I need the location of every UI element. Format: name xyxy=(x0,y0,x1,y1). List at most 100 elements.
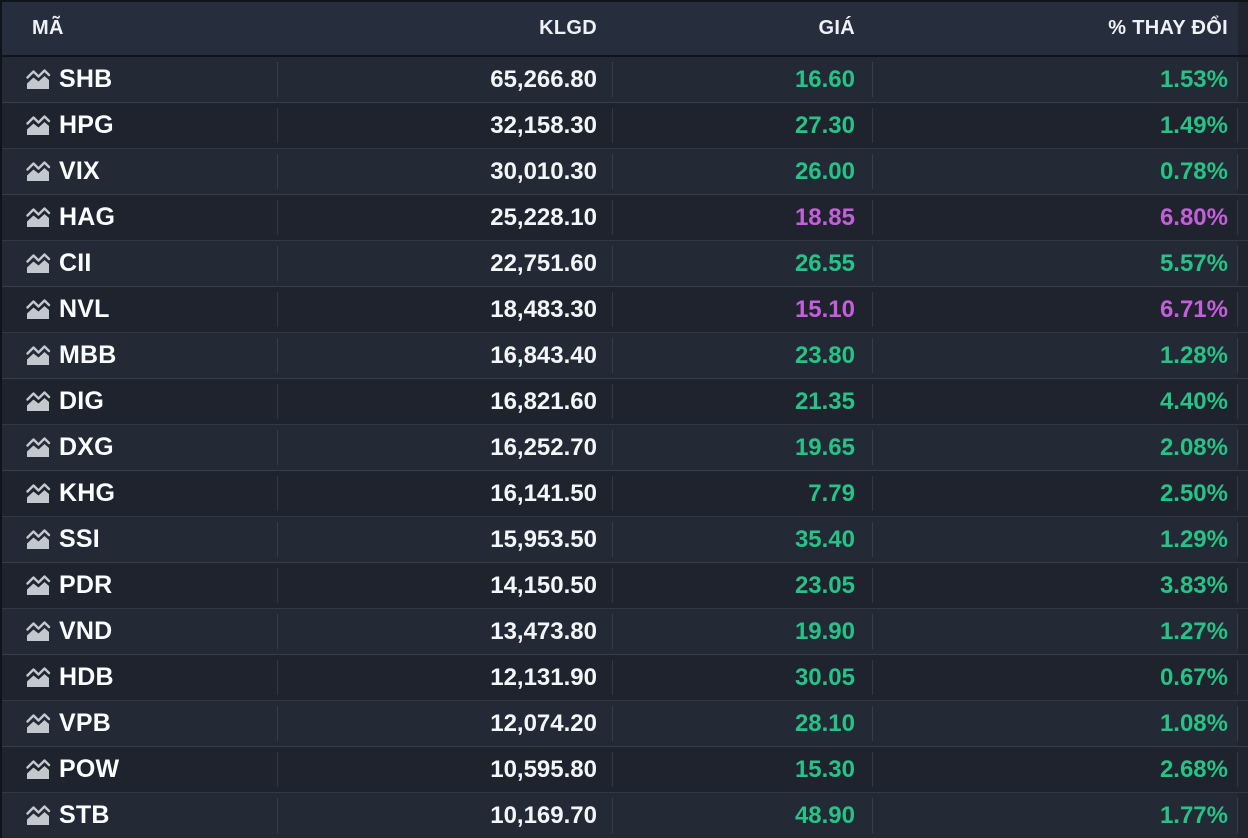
table-row[interactable]: KHG 16,141.50 7.79 2.50% xyxy=(2,471,1248,517)
column-header-klgd[interactable]: KLGD xyxy=(278,2,613,55)
volume-cell: 16,843.40 xyxy=(278,333,613,378)
price-cell: 23.05 xyxy=(613,563,873,608)
ticker-cell: DIG xyxy=(2,379,278,424)
ticker-symbol: KHG xyxy=(59,479,115,508)
table-row[interactable]: NVL 18,483.30 15.10 6.71% xyxy=(2,287,1248,333)
price-cell: 18.85 xyxy=(613,195,873,240)
ticker-symbol: DXG xyxy=(59,433,114,462)
stock-price-board: MÃ KLGD GIÁ % THAY ĐỔI SHB 65,266.80 16.… xyxy=(0,0,1248,838)
table-row[interactable]: VPB 12,074.20 28.10 1.08% xyxy=(2,701,1248,747)
volume-cell: 10,595.80 xyxy=(278,747,613,792)
change-percent-cell: 1.29% xyxy=(873,517,1238,562)
change-percent-cell: 1.28% xyxy=(873,333,1238,378)
row-gutter xyxy=(1238,609,1248,654)
ticker-symbol: NVL xyxy=(59,295,110,324)
price-cell: 15.30 xyxy=(613,747,873,792)
table-row[interactable]: VIX 30,010.30 26.00 0.78% xyxy=(2,149,1248,195)
table-row[interactable]: DIG 16,821.60 21.35 4.40% xyxy=(2,379,1248,425)
area-chart-icon[interactable] xyxy=(25,115,51,136)
area-chart-icon[interactable] xyxy=(25,575,51,596)
ticker-cell: SHB xyxy=(2,57,278,102)
price-cell: 35.40 xyxy=(613,517,873,562)
table-row[interactable]: SHB 65,266.80 16.60 1.53% xyxy=(2,57,1248,103)
area-chart-icon[interactable] xyxy=(25,805,51,826)
price-cell: 30.05 xyxy=(613,655,873,700)
area-chart-icon[interactable] xyxy=(25,759,51,780)
ticker-symbol: STB xyxy=(59,801,110,830)
ticker-symbol: VIX xyxy=(59,157,100,186)
area-chart-icon[interactable] xyxy=(25,391,51,412)
area-chart-icon[interactable] xyxy=(25,621,51,642)
table-row[interactable]: VND 13,473.80 19.90 1.27% xyxy=(2,609,1248,655)
change-percent-cell: 0.67% xyxy=(873,655,1238,700)
row-gutter xyxy=(1238,425,1248,470)
table-row[interactable]: MBB 16,843.40 23.80 1.28% xyxy=(2,333,1248,379)
change-percent-cell: 1.08% xyxy=(873,701,1238,746)
price-cell: 27.30 xyxy=(613,103,873,148)
ticker-symbol: SHB xyxy=(59,65,112,94)
ticker-symbol: HPG xyxy=(59,111,114,140)
price-cell: 7.79 xyxy=(613,471,873,516)
table-row[interactable]: DXG 16,252.70 19.65 2.08% xyxy=(2,425,1248,471)
change-percent-cell: 1.27% xyxy=(873,609,1238,654)
column-header-pct-change[interactable]: % THAY ĐỔI xyxy=(873,2,1238,55)
column-header-ma[interactable]: MÃ xyxy=(2,2,278,55)
column-header-gia[interactable]: GIÁ xyxy=(613,2,873,55)
ticker-symbol: PDR xyxy=(59,571,112,600)
ticker-cell: KHG xyxy=(2,471,278,516)
ticker-cell: VPB xyxy=(2,701,278,746)
change-percent-cell: 2.08% xyxy=(873,425,1238,470)
table-row[interactable]: PDR 14,150.50 23.05 3.83% xyxy=(2,563,1248,609)
table-row[interactable]: POW 10,595.80 15.30 2.68% xyxy=(2,747,1248,793)
area-chart-icon[interactable] xyxy=(25,345,51,366)
volume-cell: 32,158.30 xyxy=(278,103,613,148)
area-chart-icon[interactable] xyxy=(25,529,51,550)
change-percent-cell: 0.78% xyxy=(873,149,1238,194)
ticker-symbol: DIG xyxy=(59,387,104,416)
price-cell: 19.90 xyxy=(613,609,873,654)
row-gutter xyxy=(1238,747,1248,792)
table-row[interactable]: SSI 15,953.50 35.40 1.29% xyxy=(2,517,1248,563)
area-chart-icon[interactable] xyxy=(25,299,51,320)
row-gutter xyxy=(1238,563,1248,608)
change-percent-cell: 5.57% xyxy=(873,241,1238,286)
volume-cell: 14,150.50 xyxy=(278,563,613,608)
area-chart-icon[interactable] xyxy=(25,483,51,504)
table-row[interactable]: HPG 32,158.30 27.30 1.49% xyxy=(2,103,1248,149)
volume-cell: 25,228.10 xyxy=(278,195,613,240)
row-gutter xyxy=(1238,701,1248,746)
row-gutter xyxy=(1238,517,1248,562)
volume-cell: 30,010.30 xyxy=(278,149,613,194)
area-chart-icon[interactable] xyxy=(25,437,51,458)
ticker-symbol: VND xyxy=(59,617,112,646)
ticker-cell: HDB xyxy=(2,655,278,700)
area-chart-icon[interactable] xyxy=(25,69,51,90)
volume-cell: 15,953.50 xyxy=(278,517,613,562)
price-cell: 21.35 xyxy=(613,379,873,424)
volume-cell: 10,169.70 xyxy=(278,793,613,838)
ticker-cell: PDR xyxy=(2,563,278,608)
change-percent-cell: 1.49% xyxy=(873,103,1238,148)
change-percent-cell: 2.50% xyxy=(873,471,1238,516)
price-cell: 48.90 xyxy=(613,793,873,838)
row-gutter xyxy=(1238,287,1248,332)
change-percent-cell: 1.77% xyxy=(873,793,1238,838)
row-gutter xyxy=(1238,195,1248,240)
ticker-cell: HPG xyxy=(2,103,278,148)
volume-cell: 65,266.80 xyxy=(278,57,613,102)
price-cell: 16.60 xyxy=(613,57,873,102)
table-row[interactable]: HAG 25,228.10 18.85 6.80% xyxy=(2,195,1248,241)
area-chart-icon[interactable] xyxy=(25,713,51,734)
table-row[interactable]: CII 22,751.60 26.55 5.57% xyxy=(2,241,1248,287)
area-chart-icon[interactable] xyxy=(25,207,51,228)
ticker-symbol: HDB xyxy=(59,663,114,692)
table-row[interactable]: STB 10,169.70 48.90 1.77% xyxy=(2,793,1248,838)
volume-cell: 16,821.60 xyxy=(278,379,613,424)
area-chart-icon[interactable] xyxy=(25,161,51,182)
table-row[interactable]: HDB 12,131.90 30.05 0.67% xyxy=(2,655,1248,701)
area-chart-icon[interactable] xyxy=(25,253,51,274)
change-percent-cell: 6.71% xyxy=(873,287,1238,332)
area-chart-icon[interactable] xyxy=(25,667,51,688)
volume-cell: 12,074.20 xyxy=(278,701,613,746)
ticker-cell: MBB xyxy=(2,333,278,378)
